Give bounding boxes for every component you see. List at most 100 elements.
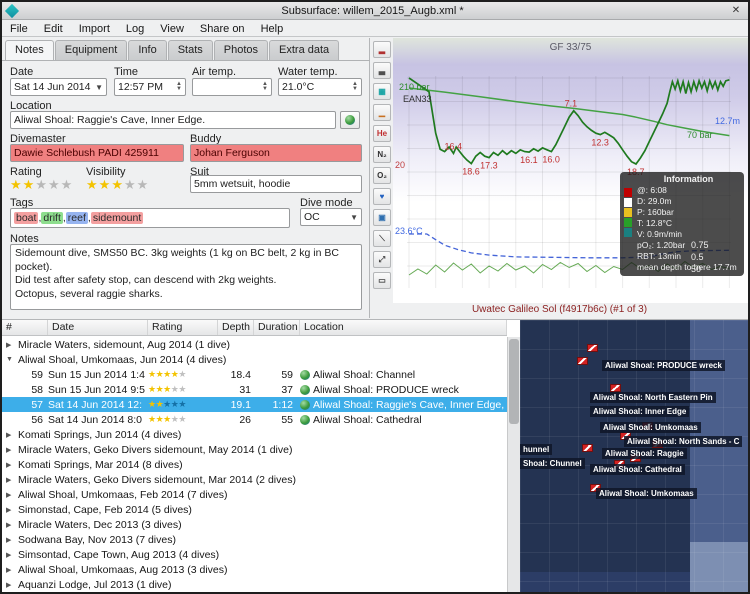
star-icon[interactable]: ★	[137, 177, 150, 192]
collapse-icon[interactable]: ▼	[6, 356, 16, 363]
dive-mode-combo[interactable]: OC ▼	[300, 208, 362, 226]
trip-row[interactable]: ▶Miracle Waters, Geko Divers sidemount, …	[2, 442, 507, 457]
pHe-icon[interactable]: He	[373, 125, 391, 142]
trip-row[interactable]: ▶Miracle Waters, sidemount, Aug 2014 (1 …	[2, 337, 507, 352]
tab-equipment[interactable]: Equipment	[55, 40, 128, 61]
notes-textarea[interactable]: Sidemount dive, SMS50 BC. 3kg weights (1…	[10, 244, 362, 310]
dive-flag-icon[interactable]	[577, 357, 588, 365]
menu-share-on[interactable]: Share on	[192, 23, 253, 35]
calculated-ceiling-icon[interactable]: ▂	[373, 41, 391, 58]
expand-icon[interactable]: ▶	[6, 536, 16, 544]
dive-row[interactable]: 59Sun 15 Jun 2014 1:4★★★★★18.459Aliwal S…	[2, 367, 507, 382]
column-header-date[interactable]: Date	[48, 320, 148, 335]
water-temp-field[interactable]: 21.0°C ▲▼	[278, 78, 362, 96]
column-header-location[interactable]: Location	[300, 320, 507, 335]
dive-row[interactable]: 57Sat 14 Jun 2014 12:★★★★★19.11:12Aliwal…	[2, 397, 507, 412]
ruler-icon[interactable]: ⟍	[373, 230, 391, 247]
menu-file[interactable]: File	[2, 23, 36, 35]
trip-row[interactable]: ▶Aliwal Shoal, Umkomaas, Feb 2014 (7 div…	[2, 487, 507, 502]
trip-row[interactable]: ▶Komati Springs, Jun 2014 (4 dives)	[2, 427, 507, 442]
expand-icon[interactable]: ▶	[6, 521, 16, 529]
trip-row[interactable]: ▶Simsontad, Cape Town, Aug 2013 (4 dives…	[2, 547, 507, 562]
suit-input[interactable]: 5mm wetsuit, hoodie	[190, 175, 362, 193]
star-icon[interactable]: ★	[48, 177, 61, 192]
tag-chip[interactable]: drift	[41, 212, 63, 224]
star-icon[interactable]: ★	[86, 177, 99, 192]
dive-list-scrollbar[interactable]	[507, 337, 520, 592]
trip-row[interactable]: ▶Aquanzi Lodge, Jul 2013 (1 dive)	[2, 577, 507, 592]
spin-arrows-icon[interactable]: ▲▼	[262, 82, 268, 92]
heart-rate-icon[interactable]: ♥	[373, 188, 391, 205]
pN2-icon[interactable]: N₂	[373, 146, 391, 163]
trip-row[interactable]: ▶Aliwal Shoal, Umkomaas, Aug 2013 (3 div…	[2, 562, 507, 577]
location-input[interactable]: Aliwal Shoal: Raggie's Cave, Inner Edge.	[10, 111, 336, 129]
trip-row[interactable]: ▶Miracle Waters, Geko Divers sidemount, …	[2, 472, 507, 487]
star-icon[interactable]: ★	[124, 177, 137, 192]
scale-icon[interactable]: ⤢	[373, 251, 391, 268]
buddy-input[interactable]: Johan Ferguson	[190, 144, 362, 162]
dive-row[interactable]: 56Sat 14 Jun 2014 8:0★★★★★2655Aliwal Sho…	[2, 412, 507, 427]
tab-extra-data[interactable]: Extra data	[269, 40, 339, 61]
trip-row[interactable]: ▶Sodwana Bay, Nov 2013 (7 dives)	[2, 532, 507, 547]
star-icon[interactable]: ★	[61, 177, 74, 192]
trip-row[interactable]: ▶Simonstad, Cape, Feb 2014 (5 dives)	[2, 502, 507, 517]
expand-icon[interactable]: ▶	[6, 461, 16, 469]
map-panel[interactable]: Aliwal Shoal: PRODUCE wreckAliwal Shoal:…	[520, 319, 748, 592]
title-bar[interactable]: Subsurface: willem_2015_Augb.xml * ✕	[2, 2, 748, 20]
photos-icon[interactable]: ▣	[373, 209, 391, 226]
time-spinner[interactable]: 12:57 PM ▲▼	[114, 78, 186, 96]
close-icon[interactable]: ✕	[728, 4, 744, 18]
visibility-stars[interactable]: ★★★★★	[86, 177, 149, 193]
trip-row[interactable]: ▼Aliwal Shoal, Umkomaas, Jun 2014 (4 div…	[2, 352, 507, 367]
expand-icon[interactable]: ▶	[6, 446, 16, 454]
tag-chip[interactable]: boat	[14, 212, 38, 224]
menu-log[interactable]: Log	[118, 23, 152, 35]
menu-view[interactable]: View	[152, 23, 192, 35]
dive-profile-chart[interactable]: GF 33/75 16.418.617.316.116.07.112.318.7…	[393, 38, 748, 303]
tab-info[interactable]: Info	[128, 40, 166, 61]
air-temp-field[interactable]: ▲▼	[192, 78, 272, 96]
expand-icon[interactable]: ▶	[6, 506, 16, 514]
tab-notes[interactable]: Notes	[5, 40, 54, 61]
rating-stars[interactable]: ★★★★★	[10, 177, 73, 193]
date-combo[interactable]: Sat 14 Jun 2014 ▼	[10, 78, 107, 96]
expand-icon[interactable]: ▶	[6, 581, 16, 589]
menu-help[interactable]: Help	[253, 23, 292, 35]
spin-arrows-icon[interactable]: ▲▼	[352, 82, 358, 92]
column-header-duration[interactable]: Duration	[254, 320, 300, 335]
star-icon[interactable]: ★	[35, 177, 48, 192]
pO2-icon[interactable]: O₂	[373, 167, 391, 184]
ceiling-3m-increments-icon[interactable]: ▃	[373, 62, 391, 79]
expand-icon[interactable]: ▶	[6, 431, 16, 439]
edit-location-button[interactable]	[340, 111, 360, 129]
dive-flag-icon[interactable]	[610, 384, 621, 392]
star-icon[interactable]: ★	[10, 177, 23, 192]
dive-row[interactable]: 58Sun 15 Jun 2014 9:5★★★★★3137Aliwal Sho…	[2, 382, 507, 397]
dive-flag-icon[interactable]	[587, 344, 598, 352]
tab-photos[interactable]: Photos	[214, 40, 268, 61]
all-tissues-icon[interactable]: ▦	[373, 83, 391, 100]
dive-flag-icon[interactable]	[582, 444, 593, 452]
star-icon[interactable]: ★	[23, 177, 36, 192]
expand-icon[interactable]: ▶	[6, 566, 16, 574]
tab-stats[interactable]: Stats	[168, 40, 213, 61]
tag-chip[interactable]: reef	[66, 212, 88, 224]
expand-icon[interactable]: ▶	[6, 341, 16, 349]
divemaster-input[interactable]: Dawie Schlebush PADI 425911	[10, 144, 184, 162]
expand-icon[interactable]: ▶	[6, 551, 16, 559]
spin-arrows-icon[interactable]: ▲▼	[176, 82, 182, 92]
tags-box[interactable]: boat, drift, reef, sidemount	[10, 208, 290, 228]
tank-bar-icon[interactable]: ▭	[373, 272, 391, 289]
star-icon[interactable]: ★	[99, 177, 112, 192]
column-header-rating[interactable]: Rating	[148, 320, 218, 335]
menu-import[interactable]: Import	[71, 23, 118, 35]
tag-chip[interactable]: sidemount	[91, 212, 143, 224]
scrollbar-thumb[interactable]	[509, 339, 519, 424]
trip-row[interactable]: ▶Miracle Waters, Dec 2013 (3 dives)	[2, 517, 507, 532]
column-header-num[interactable]: #	[2, 320, 48, 335]
dc-ceiling-icon[interactable]: ▁	[373, 104, 391, 121]
expand-icon[interactable]: ▶	[6, 476, 16, 484]
star-icon[interactable]: ★	[111, 177, 124, 192]
trip-row[interactable]: ▶Komati Springs, Mar 2014 (8 dives)	[2, 457, 507, 472]
column-header-depth[interactable]: Depth	[218, 320, 254, 335]
